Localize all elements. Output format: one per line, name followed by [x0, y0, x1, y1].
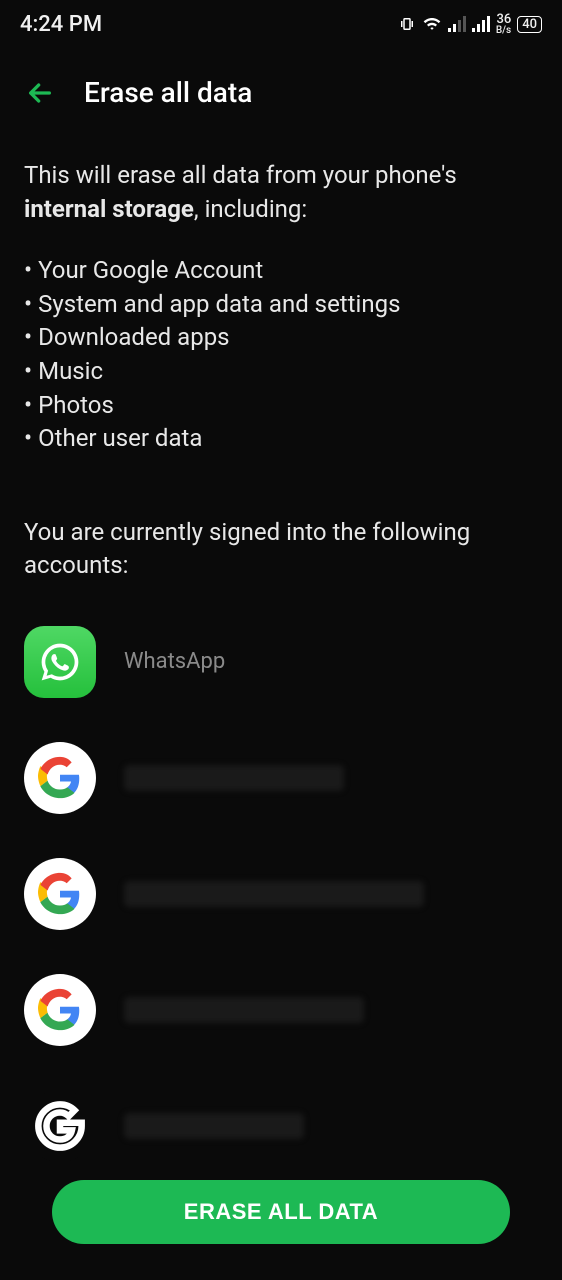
list-item: •Your Google Account: [24, 254, 538, 288]
google-icon: [24, 858, 96, 930]
google-icon: [24, 742, 96, 814]
list-item: •Photos: [24, 389, 538, 423]
whatsapp-icon: [24, 626, 96, 698]
erase-all-data-button[interactable]: ERASE ALL DATA: [52, 1180, 510, 1244]
wifi-icon: [422, 16, 442, 32]
account-label-redacted: [124, 1113, 304, 1139]
list-item: •System and app data and settings: [24, 288, 538, 322]
signed-in-text: You are currently signed into the follow…: [24, 516, 538, 583]
bullet-list: •Your Google Account •System and app dat…: [24, 254, 538, 456]
battery-indicator: 40: [517, 16, 542, 33]
header: Erase all data: [0, 48, 562, 129]
google-dark-icon: [24, 1090, 96, 1162]
status-icons: 36 B/s 40: [398, 13, 542, 36]
account-label-redacted: [124, 881, 424, 907]
account-google[interactable]: [24, 739, 538, 817]
account-whatsapp[interactable]: WhatsApp: [24, 623, 538, 701]
account-label: WhatsApp: [124, 647, 225, 678]
google-icon: [24, 974, 96, 1046]
network-rate: 36 B/s: [496, 13, 511, 36]
account-label-redacted: [124, 765, 344, 791]
content: This will erase all data from your phone…: [0, 159, 562, 1165]
account-google[interactable]: [24, 971, 538, 1049]
signal-icon-2: [472, 16, 490, 32]
signal-icon-1: [448, 16, 466, 32]
accounts-list: WhatsApp: [24, 623, 538, 1165]
list-item: •Other user data: [24, 422, 538, 456]
page-title: Erase all data: [84, 76, 252, 109]
back-button[interactable]: [24, 77, 56, 109]
account-google[interactable]: [24, 855, 538, 933]
intro-text: This will erase all data from your phone…: [24, 159, 538, 226]
account-label-redacted: [124, 997, 364, 1023]
status-bar: 4:24 PM 36 B/s 40: [0, 0, 562, 48]
vibrate-icon: [398, 15, 416, 33]
status-time: 4:24 PM: [20, 12, 102, 37]
list-item: •Music: [24, 355, 538, 389]
list-item: •Downloaded apps: [24, 321, 538, 355]
arrow-left-icon: [24, 76, 56, 110]
account-google-dark[interactable]: [24, 1087, 538, 1165]
